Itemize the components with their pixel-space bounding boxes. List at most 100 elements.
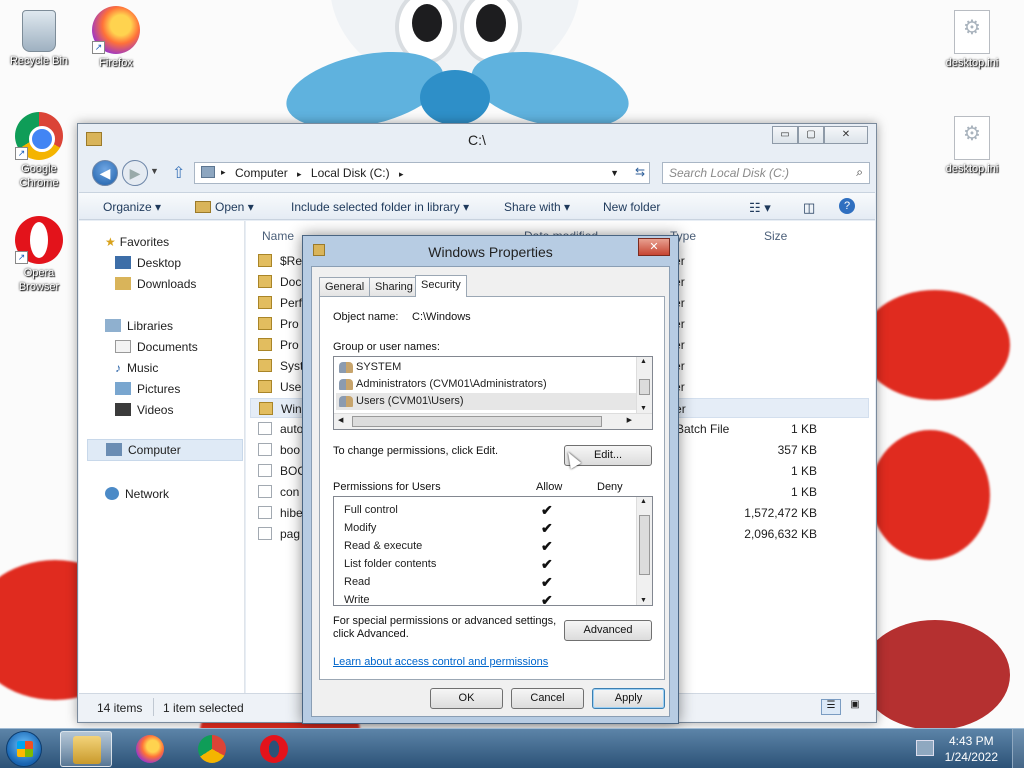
preview-pane-icon[interactable]: ◫	[803, 200, 815, 216]
taskbar-chrome[interactable]	[186, 731, 238, 767]
scroll-thumb[interactable]	[639, 515, 650, 575]
permissions-scrollbar[interactable]: ▲ ▼	[636, 497, 652, 605]
group-list-item[interactable]: Users (CVM01\Users)	[336, 393, 636, 410]
system-clock[interactable]: 4:43 PM 1/24/2022	[945, 733, 998, 765]
tab-sharing[interactable]: Sharing	[369, 277, 419, 296]
desktop-icon-opera[interactable]: ↗ Opera Browser	[4, 216, 74, 294]
permissions-list[interactable]: Full control ✔ Modify ✔ Read & execute ✔ List …	[333, 496, 653, 606]
taskbar-explorer[interactable]	[60, 731, 112, 767]
details-view-icon[interactable]: ☰	[821, 699, 841, 715]
scroll-up-icon[interactable]: ▲	[640, 498, 647, 505]
nav-desktop[interactable]: Desktop	[115, 256, 181, 270]
breadcrumb-computer[interactable]: Computer	[235, 166, 288, 180]
permission-row: List folder contents ✔	[344, 556, 644, 576]
nav-pictures[interactable]: Pictures	[115, 382, 180, 396]
scroll-thumb[interactable]	[639, 379, 650, 395]
breadcrumb-separator[interactable]: ▸	[221, 167, 226, 178]
opera-icon	[260, 735, 288, 763]
file-name: $Re	[280, 254, 303, 268]
hscroll-thumb[interactable]	[352, 416, 602, 427]
nav-libraries[interactable]: Libraries	[105, 319, 173, 333]
tab-general[interactable]: General	[319, 277, 371, 296]
network-tray-icon[interactable]	[916, 740, 934, 756]
scroll-down-icon[interactable]: ▼	[640, 597, 647, 604]
learn-access-control-link[interactable]: Learn about access control and permissio…	[333, 656, 548, 668]
breadcrumb-separator[interactable]: ▸	[399, 169, 404, 179]
desktop-icon-desktop-ini-2[interactable]: desktop.ini	[937, 114, 1007, 176]
wallpaper-red-tuft	[860, 620, 1010, 730]
refresh-icon[interactable]: ⇆	[635, 165, 645, 179]
desktop-icon-chrome[interactable]: ↗ Google Chrome	[4, 112, 74, 190]
user-group-icon	[339, 379, 353, 390]
folder-icon	[258, 359, 272, 372]
allow-check-icon: ✔	[541, 520, 553, 536]
nav-computer[interactable]: Computer	[87, 439, 243, 461]
open-button[interactable]: Open ▾	[215, 200, 254, 214]
column-header-size[interactable]: Size	[764, 229, 787, 243]
recent-pages-chevron-icon[interactable]: ▼	[150, 166, 159, 176]
nav-downloads[interactable]: Downloads	[115, 277, 196, 291]
breadcrumb-separator[interactable]: ▸	[297, 169, 302, 179]
address-bar[interactable]: ▸ Computer ▸ Local Disk (C:) ▸ ▼ ⇆	[194, 162, 650, 184]
nav-music[interactable]: ♪ Music	[115, 361, 158, 375]
nav-favorites[interactable]: ★ Favorites	[105, 235, 169, 249]
apply-button[interactable]: Apply	[592, 688, 665, 709]
dialog-title: Windows Properties	[428, 244, 553, 260]
scroll-down-icon[interactable]: ▼	[640, 405, 647, 412]
dialog-close-button[interactable]: ✕	[638, 238, 670, 256]
ok-button[interactable]: OK	[430, 688, 503, 709]
file-size: 1,572,472 KB	[744, 506, 817, 520]
desktop-icon-desktop-ini[interactable]: desktop.ini	[937, 8, 1007, 70]
nav-documents[interactable]: Documents	[115, 340, 198, 354]
include-in-library-button[interactable]: Include selected folder in library ▾	[291, 200, 469, 214]
up-arrow-icon[interactable]: ⇧	[172, 163, 185, 183]
explorer-title-bar[interactable]: C:\ ▭ ▢ ✕	[78, 124, 876, 154]
minimize-button[interactable]: ▭	[772, 126, 798, 144]
open-folder-icon	[195, 201, 211, 213]
view-options-icon[interactable]: ☷ ▾	[749, 200, 771, 216]
back-button[interactable]: ◀	[92, 160, 118, 186]
group-list-hscrollbar[interactable]: ◀ ▶	[334, 413, 652, 429]
scroll-left-icon[interactable]: ◀	[338, 416, 343, 424]
status-divider	[153, 698, 154, 716]
chrome-icon: ↗	[15, 112, 63, 160]
organize-button[interactable]: Organize ▾	[103, 200, 161, 214]
desktop-icon-firefox[interactable]: ↗ Firefox	[81, 6, 151, 70]
group-list-scrollbar[interactable]: ▲ ▼	[636, 357, 652, 413]
taskbar-opera[interactable]	[248, 731, 300, 767]
file-name: Syst	[280, 359, 304, 373]
file-icon	[258, 527, 272, 540]
scroll-right-icon[interactable]: ▶	[627, 416, 632, 424]
taskbar-firefox[interactable]	[124, 731, 176, 767]
show-desktop-button[interactable]	[1012, 729, 1024, 768]
maximize-button[interactable]: ▢	[798, 126, 824, 144]
group-list-item[interactable]: Administrators (CVM01\Administrators)	[336, 376, 636, 393]
new-folder-button[interactable]: New folder	[603, 200, 660, 214]
cancel-button[interactable]: Cancel	[511, 688, 584, 709]
search-input[interactable]: Search Local Disk (C:) ⌕	[662, 162, 870, 184]
large-icons-view-icon[interactable]: ▣	[845, 699, 865, 715]
start-button[interactable]	[6, 731, 42, 767]
chrome-icon	[198, 735, 226, 763]
security-tab-page: Object name: C:\Windows Group or user na…	[319, 296, 665, 680]
object-name-value: C:\Windows	[412, 311, 471, 323]
nav-network[interactable]: Network	[105, 487, 169, 501]
desktop-icon-label: Firefox	[99, 57, 133, 69]
tab-security[interactable]: Security	[415, 275, 467, 297]
permission-name: Read	[344, 576, 371, 588]
close-button[interactable]: ✕	[824, 126, 868, 144]
share-with-button[interactable]: Share with ▾	[504, 200, 570, 214]
search-icon[interactable]: ⌕	[856, 165, 863, 180]
scroll-up-icon[interactable]: ▲	[640, 358, 647, 365]
group-list-item[interactable]: SYSTEM	[336, 359, 636, 376]
address-dropdown-icon[interactable]: ▼	[610, 168, 619, 178]
properties-dialog[interactable]: Windows Properties ✕ General Sharing Sec…	[302, 235, 679, 724]
group-user-list[interactable]: SYSTEM Administrators (CVM01\Administrato…	[333, 356, 653, 430]
advanced-button[interactable]: Advanced	[564, 620, 652, 641]
column-header-name[interactable]: Name	[262, 229, 294, 243]
breadcrumb-local-disk[interactable]: Local Disk (C:)	[311, 166, 390, 180]
help-icon[interactable]: ?	[839, 198, 855, 214]
forward-button[interactable]: ▶	[122, 160, 148, 186]
desktop-icon-recycle-bin[interactable]: Recycle Bin	[4, 6, 74, 68]
nav-videos[interactable]: Videos	[115, 403, 173, 417]
